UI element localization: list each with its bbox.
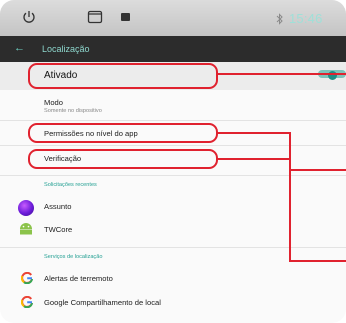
location-service-label: Google Compartilhamento de local — [44, 298, 161, 307]
status-bar: 15:46 — [0, 0, 346, 36]
mode-summary: Somente no dispositivo — [44, 108, 102, 114]
verification-callout-line — [289, 158, 291, 262]
verification-callout-line — [218, 158, 291, 160]
divider — [0, 175, 346, 176]
android-icon — [20, 223, 32, 235]
google-icon — [21, 272, 33, 284]
android-settings-screen: 15:46 ← Localização Ativado Modo Somente… — [0, 0, 346, 323]
recent-requests-header: Solicitações recentes — [44, 182, 97, 188]
arrow-back-icon[interactable]: ← — [14, 42, 25, 54]
power-icon[interactable] — [22, 10, 36, 24]
mode-item[interactable]: Modo Somente no dispositivo — [0, 94, 346, 118]
recent-request-item[interactable]: Assunto — [0, 196, 346, 218]
bluetooth-icon — [276, 13, 283, 25]
permissions-callout-line — [218, 132, 291, 134]
toggle-callout-line — [218, 73, 346, 75]
verification-callout-box — [28, 149, 218, 169]
status-clock: 15:46 — [289, 11, 323, 26]
assunto-app-icon — [18, 200, 34, 216]
location-services-header: Serviços de localização — [44, 254, 103, 260]
recent-request-item[interactable]: TWCore — [0, 218, 346, 240]
permissions-callout-line — [289, 169, 346, 171]
location-service-item[interactable]: Alertas de terremoto — [0, 266, 346, 288]
divider — [0, 247, 346, 248]
google-icon — [21, 296, 33, 308]
recents-icon[interactable] — [87, 10, 103, 24]
mode-title: Modo — [44, 98, 63, 107]
toggle-callout-box — [28, 63, 218, 89]
app-bar: ← Localização — [0, 36, 346, 62]
permissions-callout-box — [28, 123, 218, 143]
location-service-item[interactable]: Google Compartilhamento de local — [0, 290, 346, 312]
location-service-label: Alertas de terremoto — [44, 274, 113, 283]
media-icon[interactable] — [121, 13, 130, 21]
page-title: Localização — [42, 44, 90, 54]
recent-request-label: TWCore — [44, 225, 73, 234]
verification-callout-line — [289, 260, 346, 262]
recent-request-label: Assunto — [44, 202, 72, 211]
